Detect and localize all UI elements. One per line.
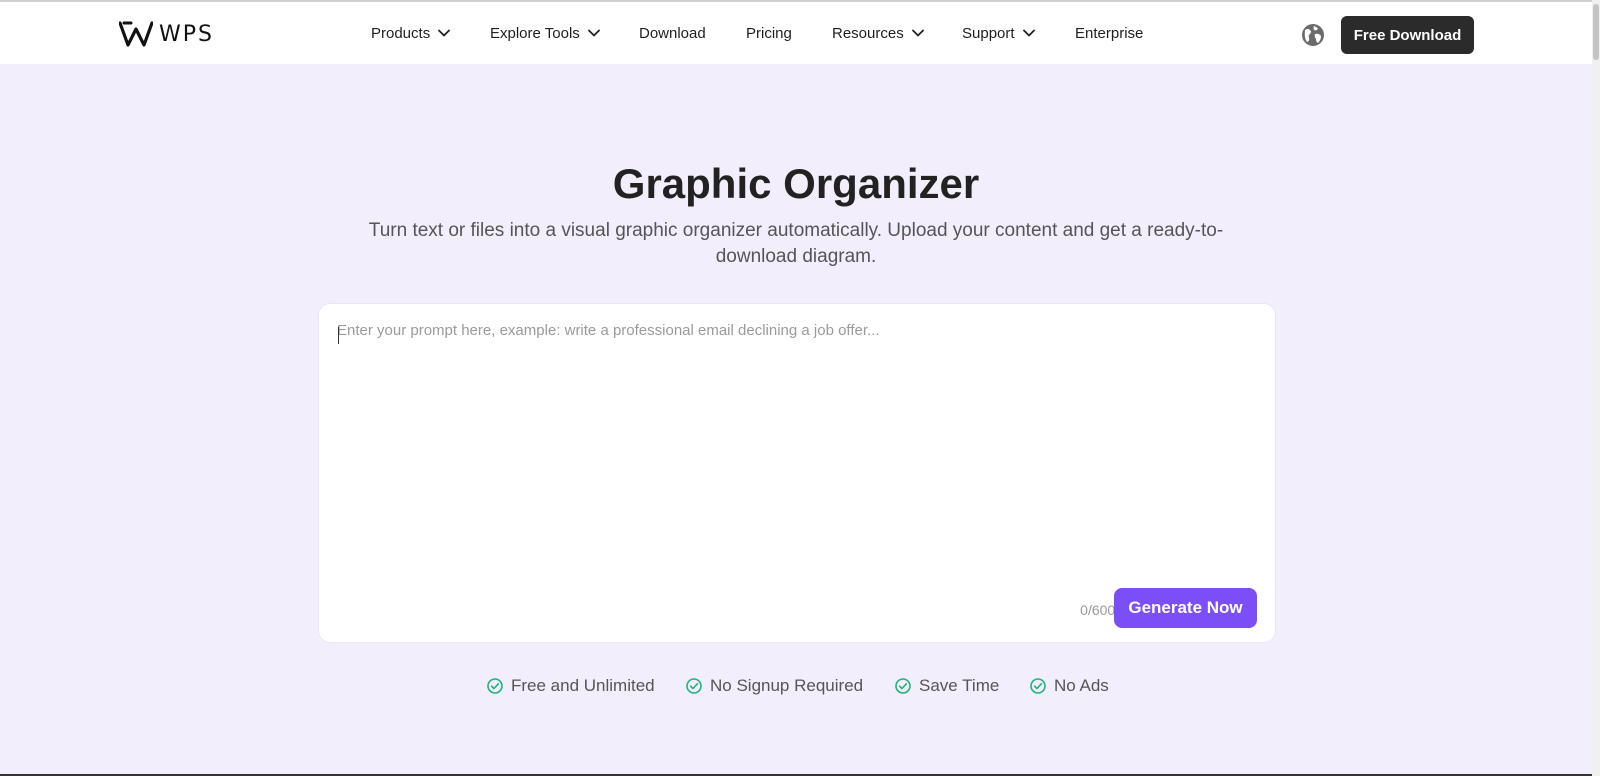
feature-label: No Signup Required — [710, 676, 864, 695]
globe-icon[interactable] — [1301, 23, 1325, 47]
feature-label: Save Time — [919, 676, 1000, 695]
feature-label: No Ads — [1054, 676, 1109, 695]
nav-item-label: Download — [639, 24, 706, 42]
prompt-card: 0/6000 Generate Now — [318, 303, 1276, 643]
chevron-down-icon — [1022, 29, 1035, 37]
nav-item-label: Pricing — [746, 24, 792, 42]
check-circle-icon — [1030, 678, 1046, 694]
check-circle-icon — [487, 678, 503, 694]
chevron-down-icon — [911, 29, 924, 37]
wps-logo-icon — [119, 21, 153, 47]
nav-item-label: Enterprise — [1075, 24, 1144, 42]
nav-item-explore-tools[interactable]: Explore Tools — [490, 2, 600, 64]
nav-item-enterprise[interactable]: Enterprise — [1075, 2, 1143, 64]
nav-item-label: Explore Tools — [490, 24, 580, 42]
scrollbar-thumb[interactable] — [1593, 4, 1599, 60]
nav-item-support[interactable]: Support — [962, 2, 1035, 64]
nav-item-label: Support — [962, 24, 1015, 42]
logo-text: WPS — [159, 21, 214, 47]
character-counter: 0/6000 — [1080, 602, 1123, 618]
check-circle-icon — [686, 678, 702, 694]
free-download-button[interactable]: Free Download — [1341, 16, 1474, 54]
feature-item-free-unlimited: Free and Unlimited — [487, 676, 655, 696]
wps-logo[interactable]: WPS — [119, 20, 214, 48]
feature-label: Free and Unlimited — [511, 676, 655, 695]
chevron-down-icon — [438, 29, 451, 37]
top-navigation-bar: WPS Products Explore Tools Download Pric… — [0, 0, 1600, 64]
generate-now-button[interactable]: Generate Now — [1114, 588, 1257, 628]
page-title: Graphic Organizer — [612, 160, 980, 207]
nav-item-download[interactable]: Download — [639, 2, 706, 64]
nav-item-pricing[interactable]: Pricing — [746, 2, 792, 64]
page-subtitle: Turn text or files into a visual graphic… — [368, 220, 1224, 267]
chevron-down-icon — [587, 29, 600, 37]
page-scrollbar[interactable] — [1592, 0, 1600, 776]
feature-item-no-ads: No Ads — [1030, 676, 1109, 696]
nav-item-products[interactable]: Products — [371, 2, 451, 64]
text-caret — [338, 327, 339, 344]
feature-item-no-signup: No Signup Required — [686, 676, 863, 696]
feature-item-save-time: Save Time — [895, 676, 999, 696]
prompt-input[interactable] — [337, 322, 1257, 572]
check-circle-icon — [895, 678, 911, 694]
nav-item-resources[interactable]: Resources — [832, 2, 924, 64]
nav-item-label: Resources — [832, 24, 904, 42]
nav-item-label: Products — [371, 24, 431, 42]
